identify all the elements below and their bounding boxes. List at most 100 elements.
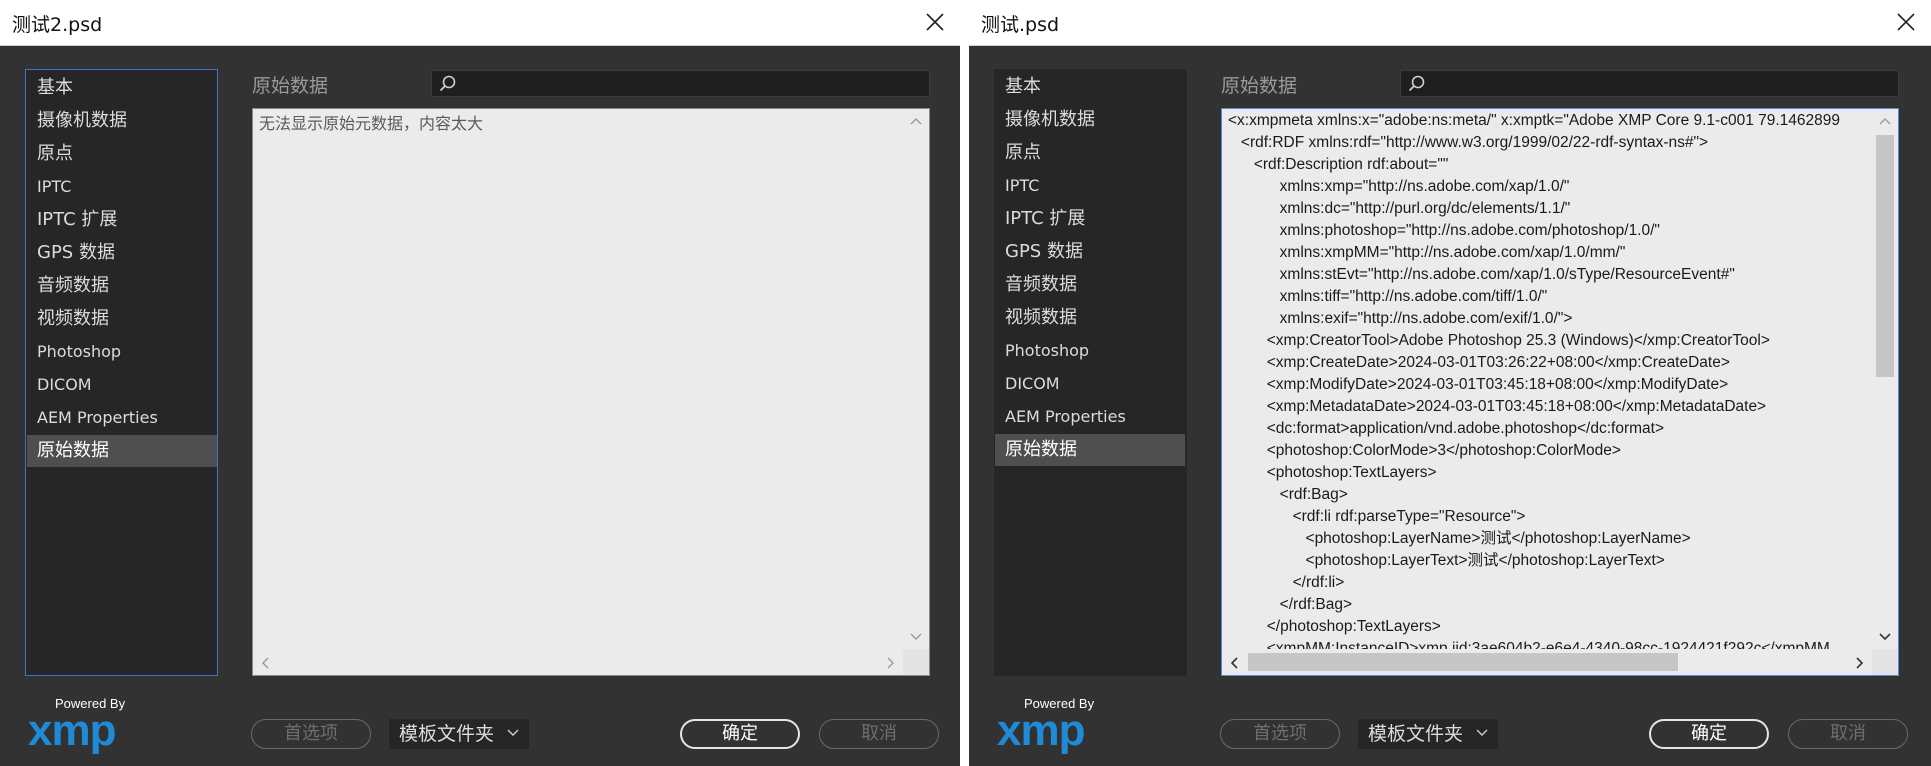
search-box [431, 70, 930, 97]
nav-item-camera-data[interactable]: 摄像机数据 [27, 105, 217, 137]
code-line: <x:xmpmeta xmlns:x="adobe:ns:meta/" x:xm… [1228, 112, 1841, 129]
vertical-scroll-thumb[interactable] [1876, 135, 1894, 377]
section-title: 原始数据 [252, 75, 329, 97]
nav-item-raw-data[interactable]: 原始数据 [995, 434, 1185, 466]
scroll-up-icon[interactable] [1879, 117, 1891, 125]
horizontal-scroll-thumb[interactable] [1248, 653, 1678, 671]
dialog-title: 测试.psd [981, 14, 1060, 36]
nav-item-gps-data[interactable]: GPS 数据 [27, 237, 217, 269]
vertical-scrollbar[interactable] [1872, 109, 1898, 649]
code-line: <rdf:Bag> [1228, 486, 1348, 503]
category-nav: 基本 摄像机数据 原点 IPTC IPTC 扩展 GPS 数据 音频数据 视频数… [994, 69, 1187, 676]
nav-item-video-data[interactable]: 视频数据 [27, 303, 217, 335]
code-line: <rdf:RDF xmlns:rdf="http://www.w3.org/19… [1228, 134, 1709, 151]
code-line: <xmp:CreatorTool>Adobe Photoshop 25.3 (W… [1228, 332, 1770, 349]
search-input[interactable] [464, 73, 928, 96]
scroll-right-icon[interactable] [887, 657, 895, 669]
scroll-down-icon[interactable] [1879, 633, 1891, 641]
nav-item-origin[interactable]: 原点 [995, 137, 1185, 169]
preferences-button[interactable]: 首选项 [1220, 719, 1340, 749]
code-line: <xmpMM:InstanceID>xmp.iid:3ae604b2-e6e4-… [1228, 640, 1830, 649]
scroll-down-icon[interactable] [910, 633, 922, 641]
code-line: xmlns:dc="http://purl.org/dc/elements/1.… [1228, 200, 1571, 217]
template-folder-dropdown[interactable]: 模板文件夹 [1358, 719, 1498, 749]
scroll-left-icon[interactable] [1230, 657, 1238, 669]
code-line: <photoshop:LayerName>测试</photoshop:Layer… [1228, 530, 1691, 547]
chevron-down-icon [1476, 729, 1488, 736]
code-line: xmlns:photoshop="http://ns.adobe.com/pho… [1228, 222, 1660, 239]
nav-item-camera-data[interactable]: 摄像机数据 [995, 104, 1185, 136]
code-line: <photoshop:TextLayers> [1228, 464, 1437, 481]
search-icon [1408, 75, 1425, 92]
chevron-down-icon [507, 729, 519, 736]
metadata-dialog-right: 测试.psd 基本 摄像机数据 原点 IPTC IPTC 扩展 GPS 数据 音… [969, 0, 1931, 766]
nav-item-audio-data[interactable]: 音频数据 [27, 270, 217, 302]
raw-data-panel: 无法显示原始元数据，内容太大 [252, 108, 930, 676]
nav-item-dicom[interactable]: DICOM [27, 369, 217, 401]
xmp-logo: Powered By xmp [997, 696, 1107, 756]
code-line: <photoshop:ColorMode>3</photoshop:ColorM… [1228, 442, 1621, 459]
nav-item-iptc-extension[interactable]: IPTC 扩展 [995, 203, 1185, 235]
cancel-button[interactable]: 取消 [819, 719, 939, 749]
nav-item-iptc[interactable]: IPTC [27, 171, 217, 203]
template-folder-label: 模板文件夹 [399, 723, 495, 745]
close-button[interactable] [920, 8, 950, 36]
preferences-button[interactable]: 首选项 [251, 719, 371, 749]
nav-item-photoshop[interactable]: Photoshop [995, 335, 1185, 367]
close-button[interactable] [1891, 8, 1921, 36]
nav-item-audio-data[interactable]: 音频数据 [995, 269, 1185, 301]
logo-brand: xmp [997, 706, 1085, 755]
nav-item-aem-properties[interactable]: AEM Properties [27, 402, 217, 434]
code-line: xmlns:exif="http://ns.adobe.com/exif/1.0… [1228, 310, 1573, 327]
nav-item-raw-data[interactable]: 原始数据 [27, 435, 217, 467]
nav-item-dicom[interactable]: DICOM [995, 368, 1185, 400]
nav-item-origin[interactable]: 原点 [27, 138, 217, 170]
metadata-dialog-left: 测试2.psd 基本 摄像机数据 原点 IPTC IPTC 扩展 GPS 数据 … [0, 0, 960, 766]
title-bar: 测试2.psd [0, 0, 960, 46]
horizontal-scrollbar[interactable] [1222, 649, 1898, 675]
scroll-right-icon[interactable] [1856, 657, 1864, 669]
template-folder-dropdown[interactable]: 模板文件夹 [389, 719, 529, 749]
horizontal-scrollbar[interactable] [253, 649, 929, 675]
scroll-left-icon[interactable] [261, 657, 269, 669]
code-line: xmlns:xmpMM="http://ns.adobe.com/xap/1.0… [1228, 244, 1626, 261]
scroll-corner [903, 649, 929, 675]
section-title: 原始数据 [1221, 75, 1298, 97]
category-nav: 基本 摄像机数据 原点 IPTC IPTC 扩展 GPS 数据 音频数据 视频数… [25, 69, 218, 676]
search-input[interactable] [1433, 73, 1897, 96]
nav-item-iptc[interactable]: IPTC [995, 170, 1185, 202]
xmp-logo: Powered By xmp [28, 696, 138, 756]
ok-button[interactable]: 确定 [680, 719, 800, 749]
nav-item-basic[interactable]: 基本 [995, 71, 1185, 103]
cancel-button[interactable]: 取消 [1788, 719, 1908, 749]
scroll-up-icon[interactable] [910, 117, 922, 125]
nav-item-video-data[interactable]: 视频数据 [995, 302, 1185, 334]
code-line: <xmp:MetadataDate>2024-03-01T03:45:18+08… [1228, 398, 1767, 415]
code-line: <xmp:ModifyDate>2024-03-01T03:45:18+08:0… [1228, 376, 1729, 393]
search-box [1400, 70, 1899, 97]
close-icon [1897, 13, 1915, 31]
scroll-corner [1872, 649, 1898, 675]
nav-item-photoshop[interactable]: Photoshop [27, 336, 217, 368]
code-line: </rdf:Bag> [1228, 596, 1353, 613]
nav-item-basic[interactable]: 基本 [27, 72, 217, 104]
code-line: <dc:format>application/vnd.adobe.photosh… [1228, 420, 1664, 437]
ok-button[interactable]: 确定 [1649, 719, 1769, 749]
nav-item-iptc-extension[interactable]: IPTC 扩展 [27, 204, 217, 236]
template-folder-label: 模板文件夹 [1368, 723, 1464, 745]
code-line: <photoshop:LayerText>测试</photoshop:Layer… [1228, 552, 1665, 569]
title-bar: 测试.psd [969, 0, 1931, 46]
code-line: </rdf:li> [1228, 574, 1345, 591]
code-line: </photoshop:TextLayers> [1228, 618, 1441, 635]
code-line: <rdf:Description rdf:about="" [1228, 156, 1449, 173]
dialog-title: 测试2.psd [12, 14, 103, 36]
close-icon [926, 13, 944, 31]
raw-xmp-text[interactable]: <x:xmpmeta xmlns:x="adobe:ns:meta/" x:xm… [1228, 110, 1872, 649]
vertical-scrollbar[interactable] [903, 109, 929, 649]
nav-item-aem-properties[interactable]: AEM Properties [995, 401, 1185, 433]
code-line: xmlns:stEvt="http://ns.adobe.com/xap/1.0… [1228, 266, 1735, 283]
raw-data-panel: <x:xmpmeta xmlns:x="adobe:ns:meta/" x:xm… [1221, 108, 1899, 676]
code-line: <xmp:CreateDate>2024-03-01T03:26:22+08:0… [1228, 354, 1730, 371]
code-line: xmlns:xmp="http://ns.adobe.com/xap/1.0/" [1228, 178, 1570, 195]
nav-item-gps-data[interactable]: GPS 数据 [995, 236, 1185, 268]
